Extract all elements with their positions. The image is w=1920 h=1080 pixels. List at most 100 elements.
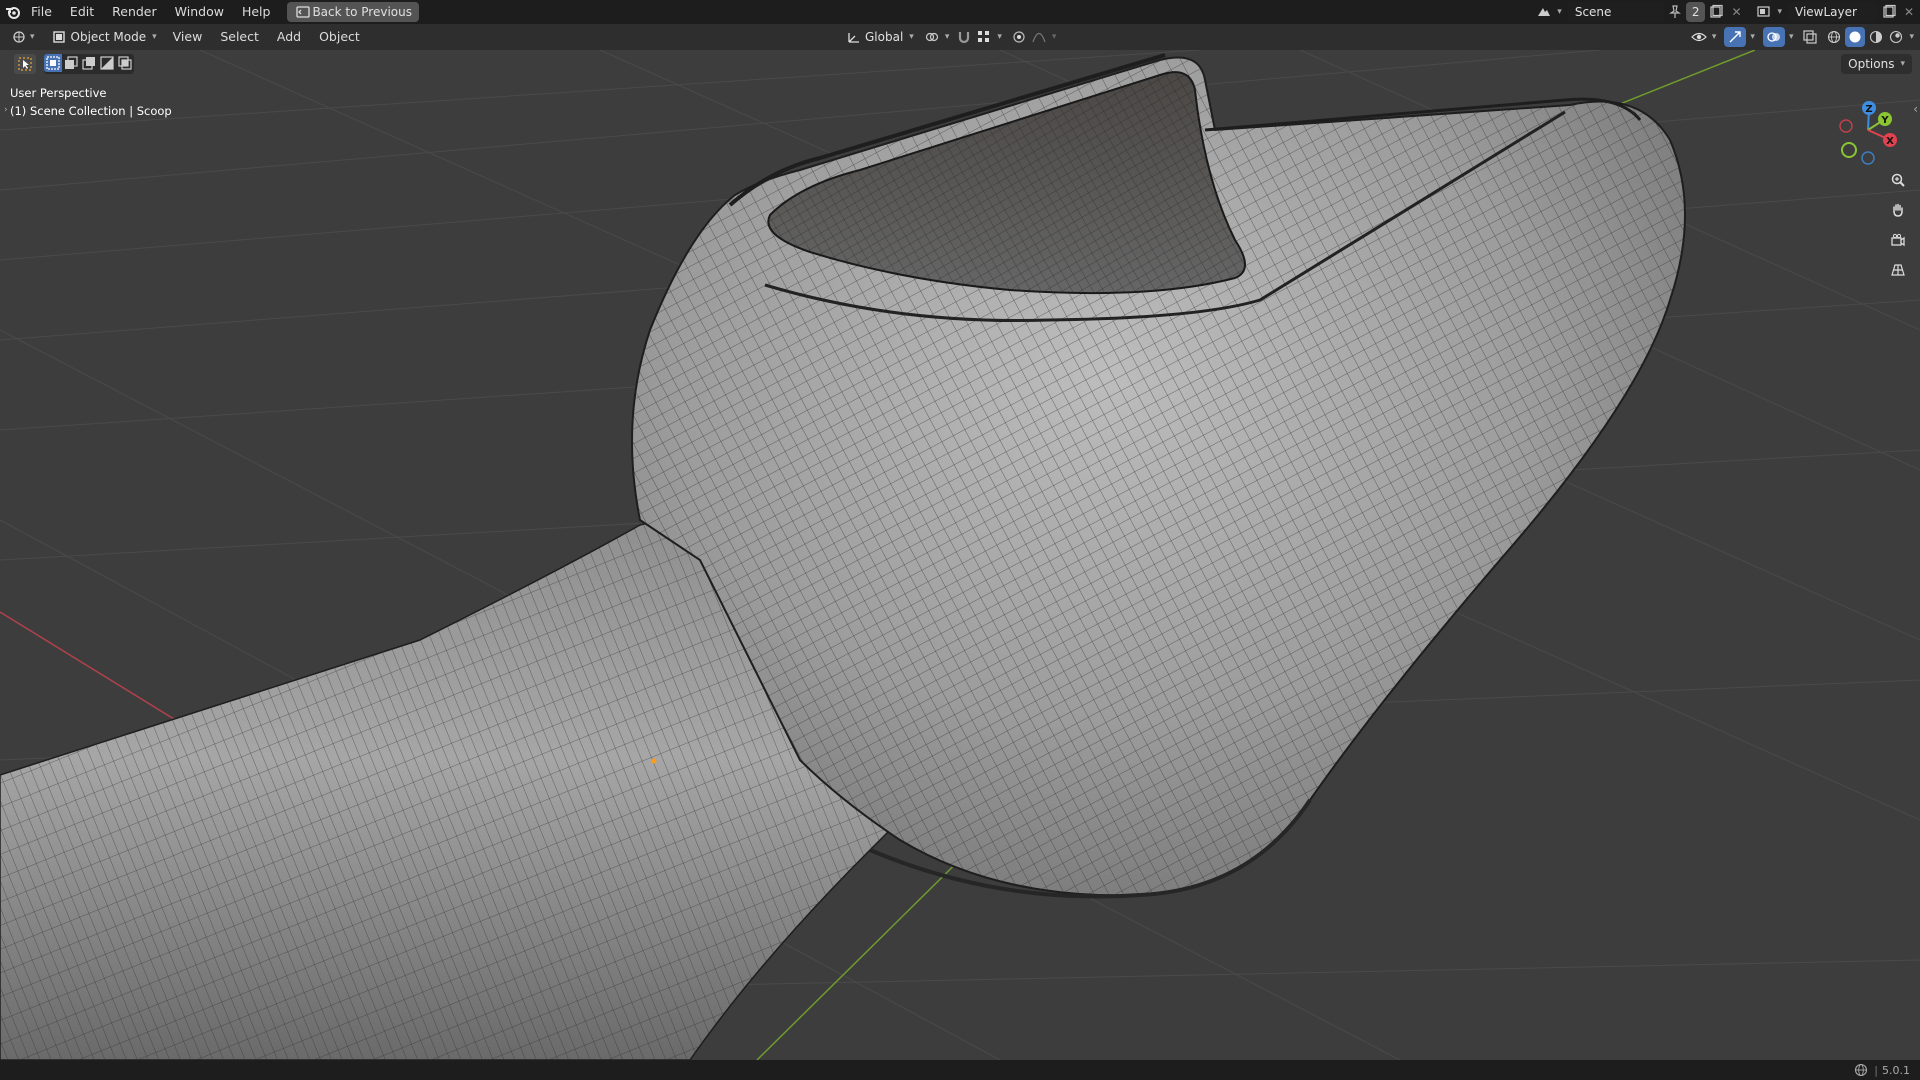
gizmo-neg-x: [1839, 119, 1853, 133]
pin-icon[interactable]: [1666, 3, 1684, 21]
transform-orientation-dropdown[interactable]: Global ▾: [838, 27, 921, 47]
scene-name-field[interactable]: Scene: [1567, 2, 1664, 22]
gizmo-toggle[interactable]: [1724, 27, 1747, 47]
menu-select[interactable]: Select: [211, 24, 268, 50]
screen-back-icon: [294, 3, 312, 21]
hand-icon: [1889, 201, 1907, 219]
new-view-layer-icon[interactable]: [1880, 3, 1898, 21]
gizmo-dropdown-icon[interactable]: ▾: [1750, 32, 1755, 42]
status-bar: | 5.0.1: [0, 1060, 1920, 1080]
zoom-icon: [1889, 171, 1907, 189]
menu-render[interactable]: Render: [103, 0, 166, 24]
pivot-point-icon[interactable]: [923, 28, 941, 46]
delete-view-layer-icon[interactable]: ✕: [1900, 3, 1918, 21]
scoop-mesh: [0, 53, 1686, 1060]
proportional-editing-icon[interactable]: [1010, 28, 1028, 46]
object-origin: [651, 758, 657, 764]
gizmo-y-label: Y: [1880, 115, 1889, 126]
menu-add[interactable]: Add: [268, 24, 310, 50]
scene-name: Scene: [1574, 5, 1612, 19]
sidebar-toggle-icon[interactable]: ‹: [1913, 102, 1918, 116]
shading-dropdown-icon[interactable]: ▾: [1909, 32, 1914, 42]
falloff-curve-icon[interactable]: [1030, 28, 1048, 46]
scene-users-count[interactable]: 2: [1685, 2, 1706, 22]
perspective-toggle-button[interactable]: [1886, 258, 1910, 282]
snap-increment-icon[interactable]: [975, 28, 993, 46]
snap-magnet-icon[interactable]: [955, 28, 973, 46]
editor-type-icon[interactable]: [10, 28, 28, 46]
wireframe-shading-icon[interactable]: [1825, 28, 1843, 46]
scene-collection-label: (1) Scene Collection | Scoop: [10, 104, 172, 118]
cursor-select-icon: [16, 55, 34, 73]
select-subtract-icon[interactable]: [80, 54, 98, 72]
select-new-icon[interactable]: [44, 54, 62, 72]
3d-viewport[interactable]: User Perspective (1) Scene Collection | …: [0, 50, 1920, 1060]
overlays-dropdown-icon[interactable]: ▾: [1789, 32, 1794, 42]
back-to-previous-button[interactable]: Back to Previous: [287, 2, 419, 22]
object-mode-dropdown[interactable]: Object Mode ▾: [43, 27, 164, 47]
select-intersect-icon[interactable]: [116, 54, 134, 72]
menu-view[interactable]: View: [164, 24, 212, 50]
selection-mode-group: [44, 54, 134, 74]
x-axis-line: [0, 611, 201, 736]
options-dropdown[interactable]: Options ▾: [1841, 54, 1912, 74]
scene-dropdown-icon[interactable]: ▾: [1557, 7, 1562, 17]
menu-help[interactable]: Help: [233, 0, 280, 24]
visibility-eye-icon[interactable]: [1690, 28, 1708, 46]
object-mode-icon: [50, 28, 68, 46]
pan-view-button[interactable]: [1886, 198, 1910, 222]
zoom-view-button[interactable]: [1886, 168, 1910, 192]
solid-shading-button[interactable]: [1845, 27, 1866, 47]
status-separator: |: [1874, 1063, 1878, 1077]
view-layer-name: ViewLayer: [1795, 5, 1857, 19]
mode-dropdown-icon: ▾: [152, 32, 157, 42]
view-layer-name-field[interactable]: ViewLayer: [1788, 2, 1878, 22]
globe-icon[interactable]: [1852, 1061, 1870, 1079]
editor-type-dropdown-icon[interactable]: ▾: [30, 32, 35, 42]
snap-dropdown-icon[interactable]: ▾: [997, 32, 1002, 42]
rendered-shading-icon[interactable]: [1887, 28, 1905, 46]
view-layer-icon[interactable]: [1755, 3, 1773, 21]
menu-object[interactable]: Object: [310, 24, 369, 50]
overlays-toggle[interactable]: [1762, 27, 1785, 47]
menu-edit[interactable]: Edit: [61, 0, 103, 24]
new-scene-icon[interactable]: [1707, 3, 1725, 21]
menu-window[interactable]: Window: [166, 0, 233, 24]
material-preview-icon[interactable]: [1867, 28, 1885, 46]
pivot-dropdown-icon[interactable]: ▾: [945, 32, 950, 42]
top-bar: File Edit Render Window Help Back to Pre…: [0, 0, 1920, 24]
back-to-previous-label: Back to Previous: [312, 5, 412, 19]
scene-users-label: 2: [1691, 5, 1700, 19]
options-dropdown-icon: ▾: [1900, 59, 1905, 69]
viewport-scene: [0, 50, 1920, 1060]
xray-toggle-icon[interactable]: [1801, 28, 1819, 46]
collection-expand-icon[interactable]: ›: [4, 105, 8, 115]
scene-icon[interactable]: [1535, 3, 1553, 21]
gizmo-neg-y: [1841, 142, 1857, 158]
overlays-icon: [1765, 28, 1783, 46]
camera-view-button[interactable]: [1886, 228, 1910, 252]
gizmo-neg-z: [1861, 151, 1875, 165]
orientation-dropdown-icon: ▾: [909, 32, 914, 42]
select-extend-icon[interactable]: [62, 54, 80, 72]
view-layer-dropdown-icon[interactable]: ▾: [1777, 7, 1782, 17]
blender-logo-icon[interactable]: [4, 3, 22, 21]
delete-scene-icon[interactable]: ✕: [1727, 3, 1745, 21]
navigation-gizmo[interactable]: Z Y X: [1832, 92, 1912, 172]
view-perspective-label: User Perspective: [10, 86, 107, 100]
options-label: Options: [1848, 57, 1895, 71]
active-tool-button[interactable]: [14, 54, 36, 74]
gizmo-z-label: Z: [1865, 104, 1872, 115]
visibility-dropdown-icon[interactable]: ▾: [1712, 32, 1717, 42]
orientation-axes-icon: [845, 28, 863, 46]
solid-shading-icon: [1846, 28, 1864, 46]
tool-row: [14, 54, 134, 74]
falloff-dropdown-icon[interactable]: ▾: [1052, 32, 1057, 42]
gizmo-x-label: X: [1886, 136, 1894, 147]
camera-icon: [1889, 231, 1907, 249]
gizmo-icon: [1726, 28, 1744, 46]
select-invert-icon[interactable]: [98, 54, 116, 72]
transform-orientation-label: Global: [865, 30, 904, 44]
grid-perspective-icon: [1889, 261, 1907, 279]
menu-file[interactable]: File: [22, 0, 61, 24]
